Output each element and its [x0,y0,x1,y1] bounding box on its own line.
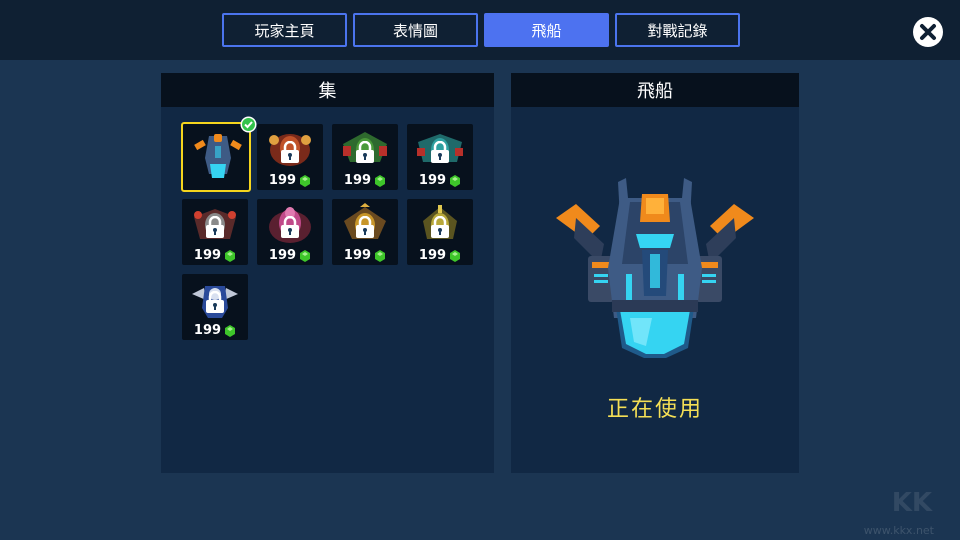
tab-battle-records[interactable]: 對戰記錄 [615,13,740,47]
price-tag: 199 [182,248,248,263]
price-tag: 199 [257,173,323,188]
lock-icon [356,216,374,238]
collection-title: 集 [161,73,494,107]
watermark-logo: KK [891,488,932,518]
ship-slot-6[interactable]: 199 [257,199,323,265]
gem-icon [300,249,311,262]
equipped-check-icon [240,116,257,133]
blue-cyan-ship-preview [556,178,754,358]
gem-icon [225,249,236,262]
price-tag: 199 [332,248,398,263]
watermark-url: www.kkx.net [863,524,934,537]
ship-slot-3[interactable]: 199 [332,124,398,190]
price-value: 199 [193,248,222,263]
lock-icon [431,141,449,163]
tab-player-profile[interactable]: 玩家主頁 [222,13,347,47]
close-button[interactable] [913,17,943,47]
gem-icon [450,249,461,262]
ship-detail-panel: 飛船 正在使用 [511,73,799,473]
price-value: 199 [193,323,222,338]
lock-icon [206,291,224,313]
price-value: 199 [418,248,447,263]
price-tag: 199 [332,173,398,188]
price-tag: 199 [182,323,248,338]
gem-icon [225,324,236,337]
tab-emotes[interactable]: 表情圖 [353,13,478,47]
top-bar: 玩家主頁 表情圖 飛船 對戰記錄 [0,0,960,60]
gem-icon [300,174,311,187]
in-use-status: 正在使用 [606,397,703,422]
collection-panel: 集 199 199 199 199 199 199 199 199 [161,73,494,473]
ship-slot-5[interactable]: 199 [182,199,248,265]
ship-slot-9[interactable]: 199 [182,274,248,340]
blue-cyan-ship-icon [194,134,242,178]
gem-icon [450,174,461,187]
ship-slot-4[interactable]: 199 [407,124,473,190]
tab-bar: 玩家主頁 表情圖 飛船 對戰記錄 [222,13,740,47]
price-tag: 199 [257,248,323,263]
price-value: 199 [343,173,372,188]
ship-slot-8[interactable]: 199 [407,199,473,265]
lock-icon [281,216,299,238]
price-tag: 199 [407,248,473,263]
ship-grid: 199 199 199 199 199 199 199 199 [181,116,481,352]
tab-spaceships[interactable]: 飛船 [484,13,609,47]
ship-slot-1[interactable] [181,116,257,192]
lock-icon [206,216,224,238]
price-value: 199 [268,173,297,188]
gem-icon [375,249,386,262]
close-icon [920,24,936,40]
price-value: 199 [418,173,447,188]
price-value: 199 [343,248,372,263]
lock-icon [281,141,299,163]
lock-icon [356,141,374,163]
ship-slot-7[interactable]: 199 [332,199,398,265]
price-value: 199 [268,248,297,263]
price-tag: 199 [407,173,473,188]
detail-title: 飛船 [511,73,799,107]
ship-slot-2[interactable]: 199 [257,124,323,190]
gem-icon [375,174,386,187]
lock-icon [431,216,449,238]
